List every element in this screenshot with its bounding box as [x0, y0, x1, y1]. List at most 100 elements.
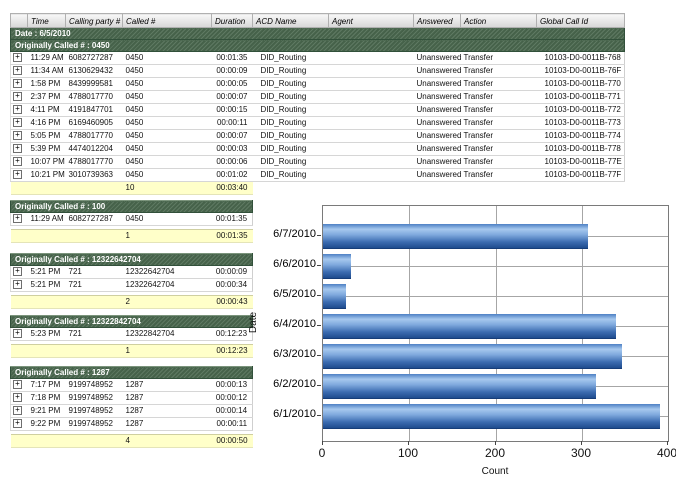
originally-called-band[interactable]: Originally Called # : 12322842704 [11, 316, 253, 328]
expand-plus-icon[interactable]: + [13, 380, 22, 389]
expand-plus-icon[interactable]: + [13, 280, 22, 289]
call-row[interactable]: +11:29 AM6082727287045000:01:35DID_Routi… [11, 52, 625, 65]
time-cell: 1:58 PM [28, 78, 66, 91]
expand-plus-icon[interactable]: + [13, 66, 22, 75]
answered-cell: Unanswered [414, 156, 461, 169]
expand-cell: + [11, 117, 28, 130]
column-header[interactable]: Global Call Id [537, 14, 625, 28]
global-call-id-cell: 10103-D0-0011B-773 [537, 117, 625, 130]
time-cell: 11:34 AM [28, 65, 66, 78]
expand-plus-icon[interactable]: + [13, 131, 22, 140]
call-row[interactable]: +11:29 AM6082727287045000:01:35 [11, 213, 253, 226]
summary-duration: 00:12:23 [212, 345, 253, 358]
expand-plus-icon[interactable]: + [13, 214, 22, 223]
date-group-band[interactable]: Date : 6/5/2010 [11, 28, 625, 40]
summary-duration: 00:00:43 [212, 296, 253, 309]
call-row[interactable]: +9:21 PM9199748952128700:00:14 [11, 405, 253, 418]
calling-party-cell: 4191847701 [66, 104, 123, 117]
call-row[interactable]: +5:21 PM7211232264270400:00:34 [11, 279, 253, 292]
time-cell: 5:39 PM [28, 143, 66, 156]
chart-bar[interactable] [323, 344, 622, 369]
originally-called-band[interactable]: Originally Called # : 1287 [11, 367, 253, 379]
called-cell: 0450 [123, 104, 212, 117]
originally-called-band[interactable]: Originally Called # : 100 [11, 201, 253, 213]
y-axis-tick [317, 295, 321, 296]
expand-cell: + [11, 156, 28, 169]
call-row[interactable]: +4:16 PM6169460905045000:00:11DID_Routin… [11, 117, 625, 130]
chart-bar[interactable] [323, 284, 346, 309]
call-row[interactable]: +4:11 PM4191847701045000:00:15DID_Routin… [11, 104, 625, 117]
answered-cell: Unanswered [414, 169, 461, 182]
chart-bar[interactable] [323, 374, 596, 399]
expand-plus-icon[interactable]: + [13, 329, 22, 338]
summary-duration: 00:03:40 [212, 182, 253, 195]
originally-called-band[interactable]: Originally Called # : 12322642704 [11, 254, 253, 266]
expand-cell: + [11, 418, 28, 431]
acd-name-cell: DID_Routing [253, 156, 329, 169]
expand-plus-icon[interactable]: + [13, 53, 22, 62]
expand-plus-icon[interactable]: + [13, 393, 22, 402]
chart-bar[interactable] [323, 254, 351, 279]
duration-cell: 00:12:23 [212, 328, 253, 341]
call-row[interactable]: +2:37 PM4788017770045000:00:07DID_Routin… [11, 91, 625, 104]
acd-name-cell: DID_Routing [253, 130, 329, 143]
call-row[interactable]: +10:21 PM3010739363045000:01:02DID_Routi… [11, 169, 625, 182]
call-row[interactable]: +5:05 PM4788017770045000:00:07DID_Routin… [11, 130, 625, 143]
expand-plus-icon[interactable]: + [13, 419, 22, 428]
expand-cell: + [11, 52, 28, 65]
chart-bar[interactable] [323, 314, 616, 339]
y-axis-tick [317, 325, 321, 326]
expand-cell: + [11, 169, 28, 182]
call-row[interactable]: +5:23 PM7211232284270400:12:23 [11, 328, 253, 341]
duration-cell: 00:00:09 [212, 266, 253, 279]
calling-party-cell: 3010739363 [66, 169, 123, 182]
time-cell: 11:29 AM [28, 52, 66, 65]
call-row[interactable]: +9:22 PM9199748952128700:00:11 [11, 418, 253, 431]
column-header[interactable]: Duration [212, 14, 253, 28]
y-axis-tick [317, 355, 321, 356]
called-cell: 0450 [123, 169, 212, 182]
y-axis-title: Date [248, 312, 259, 333]
call-row[interactable]: +10:07 PM4788017770045000:00:06DID_Routi… [11, 156, 625, 169]
time-cell: 7:17 PM [28, 379, 66, 392]
call-row[interactable]: +1:58 PM8439999581045000:00:05DID_Routin… [11, 78, 625, 91]
expand-plus-icon[interactable]: + [13, 157, 22, 166]
expand-plus-icon[interactable]: + [13, 79, 22, 88]
called-cell: 0450 [123, 156, 212, 169]
column-header[interactable]: Agent [329, 14, 414, 28]
column-header[interactable]: Calling party # [66, 14, 123, 28]
call-row[interactable]: +5:39 PM4474012204045000:00:03DID_Routin… [11, 143, 625, 156]
time-cell: 9:21 PM [28, 405, 66, 418]
expand-plus-icon[interactable]: + [13, 144, 22, 153]
expand-plus-icon[interactable]: + [13, 92, 22, 101]
called-cell: 12322842704 [123, 328, 212, 341]
call-row[interactable]: +7:18 PM9199748952128700:00:12 [11, 392, 253, 405]
column-header[interactable]: Time [28, 14, 66, 28]
expand-plus-icon[interactable]: + [13, 118, 22, 127]
expand-plus-icon[interactable]: + [13, 105, 22, 114]
summary-count: 10 [123, 182, 212, 195]
x-axis-tick [495, 441, 496, 445]
time-cell: 4:11 PM [28, 104, 66, 117]
expand-plus-icon[interactable]: + [13, 406, 22, 415]
summary-count: 1 [123, 345, 212, 358]
column-header[interactable]: ACD Name [253, 14, 329, 28]
column-header[interactable]: Answered [414, 14, 461, 28]
time-cell: 5:21 PM [28, 279, 66, 292]
chart-bar[interactable] [323, 224, 588, 249]
time-cell: 7:18 PM [28, 392, 66, 405]
call-row[interactable]: +5:21 PM7211232264270400:00:09 [11, 266, 253, 279]
call-row[interactable]: +11:34 AM6130629432045000:00:09DID_Routi… [11, 65, 625, 78]
duration-cell: 00:00:13 [212, 379, 253, 392]
expand-plus-icon[interactable]: + [13, 170, 22, 179]
originally-called-band[interactable]: Originally Called # : 0450 [11, 40, 625, 52]
column-header[interactable]: Called # [123, 14, 212, 28]
call-row[interactable]: +7:17 PM9199748952128700:00:13 [11, 379, 253, 392]
acd-name-cell: DID_Routing [253, 143, 329, 156]
column-header[interactable] [11, 14, 28, 28]
expand-plus-icon[interactable]: + [13, 267, 22, 276]
time-cell: 10:21 PM [28, 169, 66, 182]
chart-bar[interactable] [323, 404, 660, 429]
column-header[interactable]: Action [461, 14, 537, 28]
summary-count: 2 [123, 296, 212, 309]
